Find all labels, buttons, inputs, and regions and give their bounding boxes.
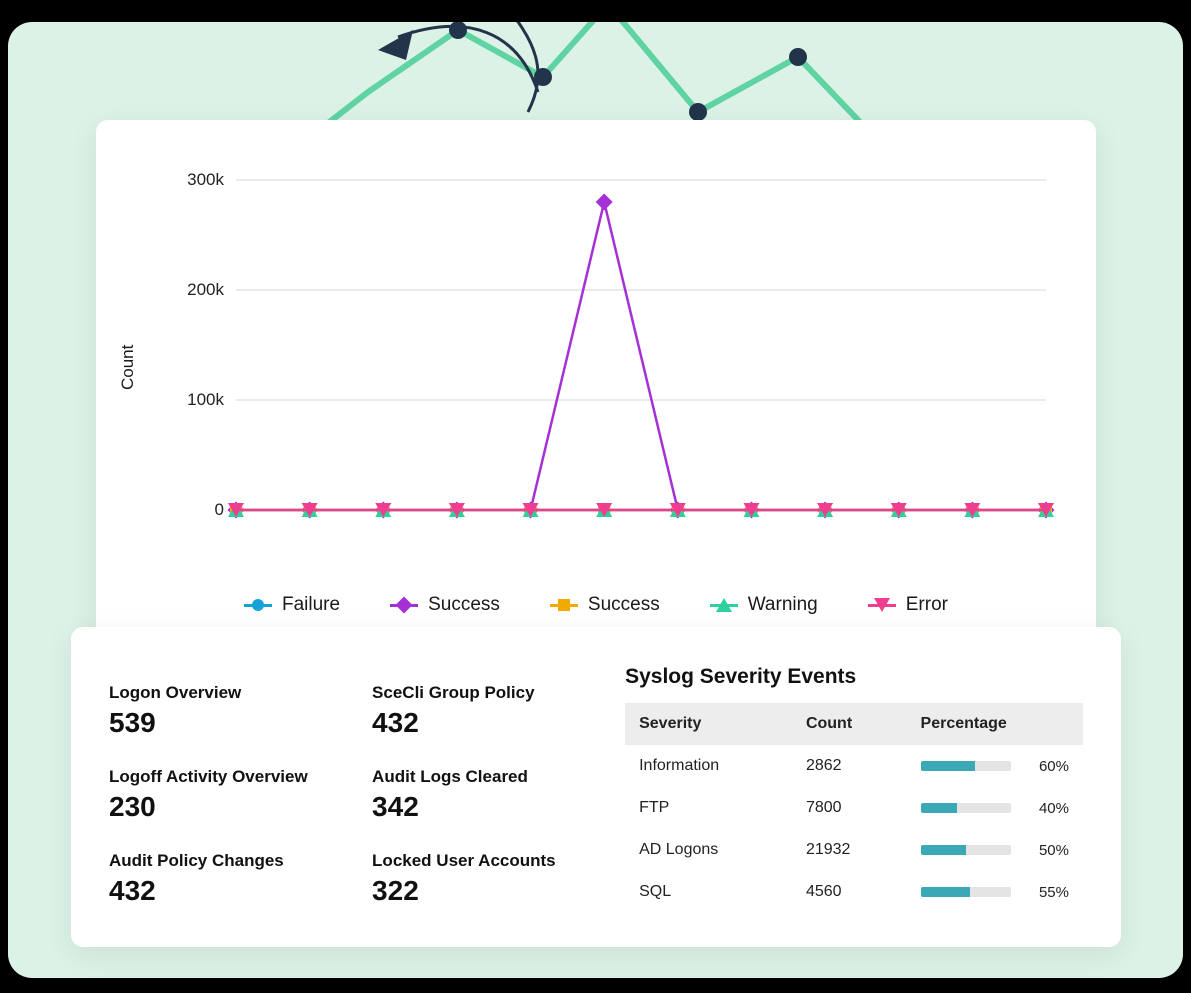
severity-cell-pct: 60% xyxy=(907,745,1083,787)
ytick-label: 300k xyxy=(164,170,224,190)
stat-block: Logoff Activity Overview 230 xyxy=(109,767,352,823)
stat-value: 230 xyxy=(109,791,352,823)
stat-block: Logon Overview 539 xyxy=(109,683,352,739)
severity-cell-count: 21932 xyxy=(792,829,907,871)
stat-value: 322 xyxy=(372,875,615,907)
percentage-text: 55% xyxy=(1025,884,1069,901)
percentage-bar xyxy=(921,887,1011,897)
table-row: SQL 4560 55% xyxy=(625,871,1083,913)
legend-label: Error xyxy=(906,594,948,616)
stats-grid: Logon Overview 539 SceCli Group Policy 43… xyxy=(109,665,615,909)
percentage-text: 40% xyxy=(1025,800,1069,817)
legend-label: Failure xyxy=(282,594,340,616)
legend-item[interactable]: Success xyxy=(390,594,500,616)
stat-block: SceCli Group Policy 432 xyxy=(372,683,615,739)
legend-item[interactable]: Error xyxy=(868,594,948,616)
severity-cell-pct: 50% xyxy=(907,829,1083,871)
percentage-text: 50% xyxy=(1025,842,1069,859)
ytick-label: 100k xyxy=(164,390,224,410)
severity-cell-name: AD Logons xyxy=(625,829,792,871)
stat-label: Logoff Activity Overview xyxy=(109,767,352,787)
stat-value: 539 xyxy=(109,707,352,739)
chart-card: Count 0 100k 200k 300k Failure Success Succ… xyxy=(96,120,1096,640)
line-chart xyxy=(136,170,1056,540)
severity-cell-name: FTP xyxy=(625,787,792,829)
table-row: FTP 7800 40% xyxy=(625,787,1083,829)
severity-col-count: Count xyxy=(792,703,907,745)
percentage-bar xyxy=(921,845,1011,855)
legend-marker-icon xyxy=(710,596,738,614)
percentage-bar xyxy=(921,761,1011,771)
legend-marker-icon xyxy=(868,596,896,614)
stat-label: Audit Logs Cleared xyxy=(372,767,615,787)
legend-marker-icon xyxy=(550,596,578,614)
stat-value: 342 xyxy=(372,791,615,823)
stats-card: Logon Overview 539 SceCli Group Policy 43… xyxy=(71,627,1121,947)
severity-table: Severity Count Percentage Information 28… xyxy=(625,703,1083,913)
legend-label: Success xyxy=(428,594,500,616)
severity-cell-count: 7800 xyxy=(792,787,907,829)
stat-label: Audit Policy Changes xyxy=(109,851,352,871)
stat-value: 432 xyxy=(109,875,352,907)
severity-cell-pct: 55% xyxy=(907,871,1083,913)
table-row: AD Logons 21932 50% xyxy=(625,829,1083,871)
percentage-bar xyxy=(921,803,1011,813)
ytick-label: 200k xyxy=(164,280,224,300)
chart-plot: Count 0100k200k300k xyxy=(136,170,1056,540)
background-panel: Count 0 100k 200k 300k Failure Success Succ… xyxy=(8,22,1183,978)
severity-title: Syslog Severity Events xyxy=(625,665,1083,689)
legend-item[interactable]: Success xyxy=(550,594,660,616)
severity-col-severity: Severity xyxy=(625,703,792,745)
stat-value: 432 xyxy=(372,707,615,739)
severity-panel: Syslog Severity Events Severity Count Pe… xyxy=(625,665,1083,909)
stat-block: Locked User Accounts 322 xyxy=(372,851,615,907)
ytick-label: 0 xyxy=(164,500,224,520)
legend-label: Warning xyxy=(748,594,818,616)
legend-marker-icon xyxy=(390,596,418,614)
table-row: Information 2862 60% xyxy=(625,745,1083,787)
severity-col-percentage: Percentage xyxy=(907,703,1083,745)
chart-legend: Failure Success Success Warning Error xyxy=(96,594,1096,616)
stat-block: Audit Policy Changes 432 xyxy=(109,851,352,907)
chart-ylabel: Count xyxy=(118,345,138,390)
legend-marker-icon xyxy=(244,596,272,614)
severity-cell-name: SQL xyxy=(625,871,792,913)
stat-label: SceCli Group Policy xyxy=(372,683,615,703)
stat-label: Locked User Accounts xyxy=(372,851,615,871)
legend-item[interactable]: Warning xyxy=(710,594,818,616)
severity-cell-count: 4560 xyxy=(792,871,907,913)
legend-item[interactable]: Failure xyxy=(244,594,340,616)
severity-cell-name: Information xyxy=(625,745,792,787)
severity-cell-pct: 40% xyxy=(907,787,1083,829)
stat-block: Audit Logs Cleared 342 xyxy=(372,767,615,823)
stat-label: Logon Overview xyxy=(109,683,352,703)
legend-label: Success xyxy=(588,594,660,616)
percentage-text: 60% xyxy=(1025,758,1069,775)
severity-cell-count: 2862 xyxy=(792,745,907,787)
